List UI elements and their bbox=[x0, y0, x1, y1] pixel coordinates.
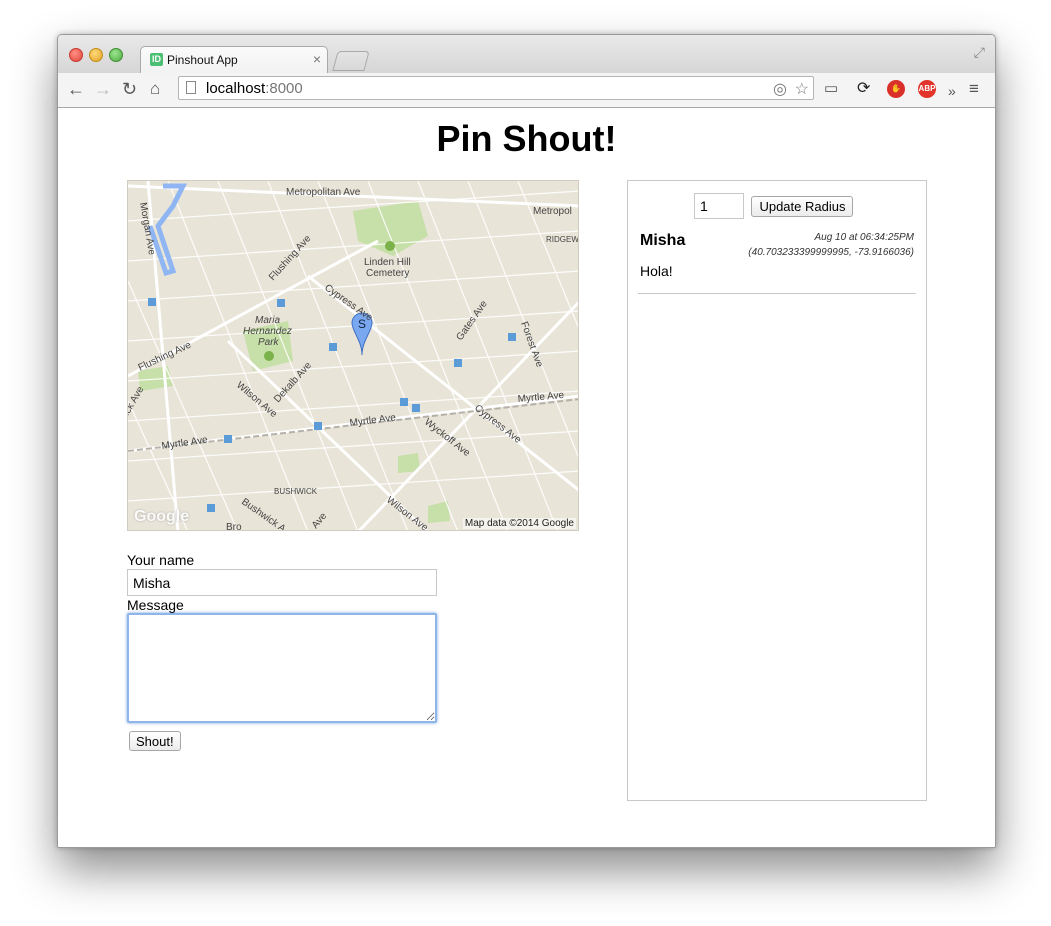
browser-toolbar: ← → ↻ ⌂ localhost:8000 ◎ ☆ ▭ ⟳ ✋ ABP » ≡ bbox=[58, 73, 995, 108]
back-icon[interactable]: ← bbox=[67, 78, 85, 100]
message-textarea[interactable] bbox=[127, 613, 437, 723]
bookmark-star-icon[interactable]: ☆ bbox=[795, 79, 809, 99]
url-text: localhost:8000 bbox=[206, 80, 303, 97]
shouts-panel: Update Radius Misha Aug 10 at 06:34:25PM… bbox=[627, 180, 927, 801]
map-label: Metropolitan Ave bbox=[286, 187, 361, 198]
google-logo[interactable]: Google bbox=[134, 508, 189, 526]
map-label: Metropol bbox=[533, 206, 572, 217]
address-bar[interactable]: localhost:8000 ◎ ☆ bbox=[178, 76, 814, 100]
forward-icon[interactable]: → bbox=[94, 78, 112, 100]
map-label: Myrtle Ave bbox=[517, 390, 565, 405]
cast-icon[interactable]: ▭ bbox=[824, 78, 838, 100]
map[interactable]: S Metropolitan Ave Metropol Morgan Ave F… bbox=[127, 180, 579, 531]
shout-button[interactable]: Shout! bbox=[129, 731, 181, 751]
page-icon bbox=[186, 81, 196, 94]
new-tab-button[interactable] bbox=[332, 51, 370, 71]
map-label: Maria bbox=[255, 315, 280, 326]
radius-controls: Update Radius bbox=[694, 193, 854, 219]
map-label: Gates Ave bbox=[454, 298, 490, 342]
zoom-window-button[interactable] bbox=[109, 48, 123, 62]
map-label: Park bbox=[258, 337, 280, 348]
tab-pinshout[interactable]: ID Pinshout App × bbox=[140, 46, 328, 73]
extensions-overflow-icon[interactable]: » bbox=[948, 80, 956, 102]
map-label: Hernandez bbox=[243, 326, 292, 337]
map-label: Morgan Ave bbox=[137, 202, 157, 257]
menu-icon[interactable]: ≡ bbox=[969, 78, 979, 100]
map-label: RIDGEW bbox=[546, 235, 579, 244]
close-window-button[interactable] bbox=[69, 48, 83, 62]
map-label: Flushing Ave bbox=[267, 233, 314, 283]
shout-timestamp: Aug 10 at 06:34:25PM bbox=[814, 232, 914, 243]
map-streets: S Metropolitan Ave Metropol Morgan Ave F… bbox=[128, 181, 579, 531]
map-label: Dekalb Ave bbox=[272, 360, 314, 405]
tab-close-icon[interactable]: × bbox=[313, 51, 321, 67]
update-radius-button[interactable]: Update Radius bbox=[751, 195, 854, 217]
map-attribution[interactable]: Map data ©2014 Google bbox=[462, 518, 576, 529]
map-label: Wilson Ave bbox=[234, 380, 279, 420]
shout-item: Misha Aug 10 at 06:34:25PM (40.703233399… bbox=[638, 231, 916, 294]
fullscreen-icon[interactable]: ⤢ bbox=[974, 44, 985, 61]
shout-coordinates: (40.703233399999995, -73.9166036) bbox=[748, 247, 914, 258]
map-label: Linden Hill bbox=[364, 257, 411, 268]
page-title: Pin Shout! bbox=[436, 118, 617, 159]
map-label: Myrtle Ave bbox=[349, 412, 397, 429]
message-label: Message bbox=[127, 597, 184, 613]
map-label: Bro bbox=[226, 522, 242, 531]
page-content: Pin Shout! S Metropolitan Ave Metropol M… bbox=[58, 108, 995, 847]
map-label: Wilson Ave bbox=[384, 495, 430, 531]
shout-message: Hola! bbox=[640, 263, 673, 279]
map-label: BUSHWICK bbox=[274, 487, 318, 496]
name-input[interactable] bbox=[127, 569, 437, 596]
map-label: Ave bbox=[310, 510, 330, 530]
map-label: Cemetery bbox=[366, 268, 409, 279]
tab-strip: ID Pinshout App × ⤢ bbox=[58, 35, 995, 73]
map-label: Bushwick A bbox=[239, 496, 287, 531]
sync-extension-icon[interactable]: ⟳ bbox=[857, 78, 870, 100]
adblock-extension-icon[interactable]: ABP bbox=[918, 80, 936, 98]
tab-title: Pinshout App bbox=[167, 53, 238, 67]
browser-window: ID Pinshout App × ⤢ ← → ↻ ⌂ localhost:80… bbox=[57, 34, 996, 848]
reload-icon[interactable]: ↻ bbox=[122, 78, 137, 100]
radius-input[interactable] bbox=[694, 193, 744, 219]
minimize-window-button[interactable] bbox=[89, 48, 103, 62]
shout-form: Your name Message Shout! bbox=[127, 552, 447, 751]
map-label: ick Ave bbox=[128, 384, 147, 417]
name-label: Your name bbox=[127, 552, 195, 568]
shout-author: Misha bbox=[640, 232, 686, 249]
home-icon[interactable]: ⌂ bbox=[150, 78, 160, 100]
favicon-icon: ID bbox=[150, 53, 163, 66]
stop-extension-icon[interactable]: ✋ bbox=[887, 80, 905, 98]
location-icon[interactable]: ◎ bbox=[773, 79, 787, 99]
